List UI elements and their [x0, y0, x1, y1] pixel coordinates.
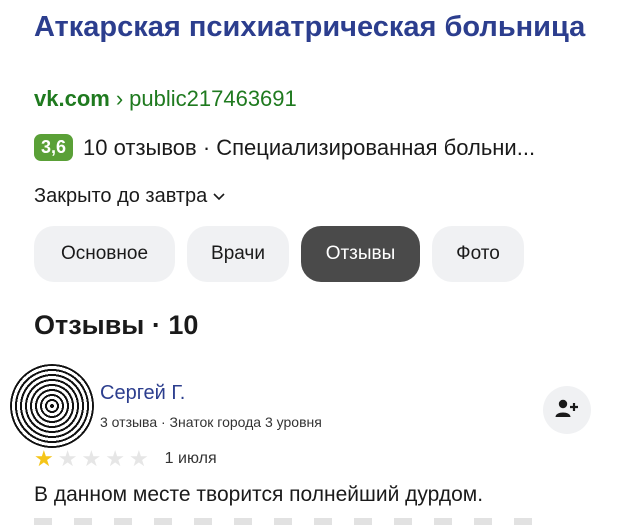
rating-summary: 3,6 10 отзывов · Специализированная боль… — [34, 134, 535, 161]
add-user-icon — [555, 398, 579, 423]
url-separator: › — [115, 86, 124, 111]
tab-reviews[interactable]: Отзывы — [301, 226, 420, 282]
follow-author-button[interactable] — [543, 386, 591, 434]
url-path[interactable]: public217463691 — [129, 86, 297, 111]
hours-dropdown[interactable]: Закрыто до завтра — [34, 185, 225, 208]
rating-badge: 3,6 — [34, 134, 74, 161]
tab-photo-label: Фото — [456, 243, 500, 264]
reviews-heading: Отзывы · 10 — [34, 310, 199, 340]
tab-doctors-label: Врачи — [211, 243, 265, 264]
review-text: В данном месте творится полнейший дурдом… — [34, 483, 484, 506]
tab-main-label: Основное — [60, 243, 149, 264]
source-link[interactable]: vk.com › public217463691 — [34, 86, 297, 112]
star-icon: ★ — [34, 446, 54, 471]
review-author-meta: 3 отзыва · Знаток города 3 уровня — [100, 414, 322, 430]
tab-reviews-label: Отзывы — [325, 243, 396, 264]
review-rating: ★ ★ ★ ★ ★ 1 июля — [34, 448, 217, 470]
avatar[interactable] — [10, 364, 94, 448]
page-title: Аткарская психиатрическая больница — [34, 11, 586, 43]
summary-text[interactable]: 10 отзывов · Специализированная больни..… — [83, 135, 535, 161]
hours-text: Закрыто до завтра — [34, 185, 208, 207]
chevron-down-icon — [213, 184, 225, 207]
tab-doctors[interactable]: Врачи — [187, 226, 289, 282]
review-author[interactable]: Сергей Г. — [100, 382, 185, 405]
star-icon: ★ — [128, 446, 149, 471]
review-date: 1 июля — [164, 450, 217, 467]
star-icon: ★ — [81, 446, 102, 471]
url-host[interactable]: vk.com — [34, 86, 110, 111]
tab-photo[interactable]: Фото — [432, 226, 524, 282]
truncated-next-line — [34, 518, 534, 525]
star-icon: ★ — [57, 446, 78, 471]
tab-main[interactable]: Основное — [34, 226, 175, 282]
tab-bar: Основное Врачи Отзывы Фото — [34, 226, 524, 282]
star-icon: ★ — [105, 446, 125, 471]
